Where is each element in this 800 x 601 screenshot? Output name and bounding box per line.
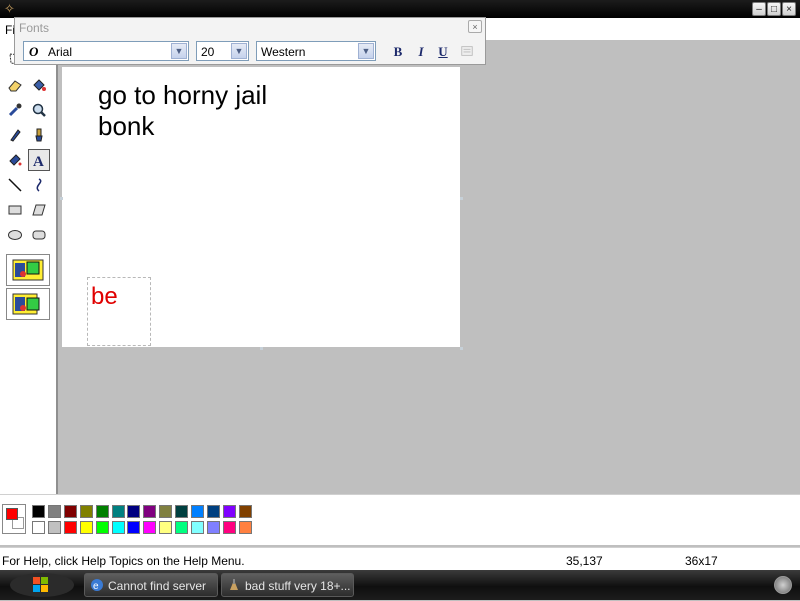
font-size-value: 20 [201, 45, 215, 59]
toolbox: A [0, 40, 58, 494]
show-desktop-icon[interactable] [774, 576, 792, 594]
fonts-toolbar-title: Fonts [19, 21, 50, 35]
palette-swatch[interactable] [47, 521, 61, 534]
line-icon[interactable] [4, 174, 26, 196]
vertical-text-icon[interactable] [459, 44, 475, 60]
chevron-down-icon[interactable]: ▼ [231, 43, 247, 59]
fill-bucket-icon[interactable] [28, 74, 50, 96]
palette-swatch[interactable] [79, 505, 93, 518]
opentype-font-icon: O [29, 44, 39, 59]
underline-button[interactable]: U [435, 44, 451, 60]
taskbar-item-label: Cannot find server [108, 579, 207, 593]
palette-swatch[interactable] [206, 505, 220, 518]
palette-swatch[interactable] [159, 521, 173, 534]
font-size-dropdown[interactable]: 20 ▼ [196, 41, 249, 61]
ellipse-icon[interactable] [4, 224, 26, 246]
palette-swatch[interactable] [206, 521, 220, 534]
font-name-dropdown[interactable]: O Arial ▼ [23, 41, 189, 61]
start-button[interactable] [8, 572, 78, 598]
transparent-background-option[interactable] [6, 288, 50, 320]
palette-swatch[interactable] [191, 521, 204, 534]
paint-app-icon[interactable]: ✧ [4, 1, 18, 17]
chevron-down-icon[interactable]: ▼ [171, 43, 187, 59]
rectangle-icon[interactable] [4, 199, 26, 221]
chevron-down-icon[interactable]: ▼ [358, 43, 374, 59]
taskbar-item-label: bad stuff very 18+... [245, 579, 351, 593]
opaque-background-option[interactable] [6, 254, 50, 286]
palette-swatch[interactable] [175, 521, 189, 534]
taskbar-item-paint[interactable]: bad stuff very 18+... [221, 573, 354, 597]
palette-swatch[interactable] [79, 521, 93, 534]
color-picker-icon[interactable] [4, 99, 26, 121]
palette-swatch[interactable] [32, 521, 45, 534]
window-titlebar: ✧ – □ × [0, 0, 800, 18]
svg-text:A: A [33, 154, 44, 168]
minimize-button[interactable]: – [752, 2, 766, 16]
curve-icon[interactable] [28, 174, 50, 196]
svg-text:e: e [93, 581, 99, 592]
taskbar: e Cannot find server bad stuff very 18+.… [0, 570, 800, 600]
palette-swatch[interactable] [111, 521, 125, 534]
palette-swatch[interactable] [63, 521, 77, 534]
palette-swatch[interactable] [47, 505, 61, 518]
italic-button[interactable]: I [413, 44, 429, 60]
airbrush-icon[interactable] [4, 149, 26, 171]
font-script-value: Western [261, 45, 306, 59]
status-help-text: For Help, click Help Topics on the Help … [2, 554, 245, 568]
polygon-icon[interactable] [28, 199, 50, 221]
editing-text: be [91, 283, 118, 310]
maximize-button[interactable]: □ [767, 2, 781, 16]
foreground-color-swatch[interactable] [6, 508, 18, 520]
ie-icon: e [90, 578, 104, 592]
palette-swatch[interactable] [32, 505, 45, 518]
font-name-value: Arial [48, 45, 73, 59]
canvas-text-line-1: go to horny jail [98, 80, 268, 110]
font-script-dropdown[interactable]: Western ▼ [256, 41, 376, 61]
status-coordinates: 35,137 [566, 554, 603, 568]
palette-swatch[interactable] [222, 521, 236, 534]
palette-swatch[interactable] [238, 521, 252, 534]
canvas-resize-handle-right[interactable] [460, 197, 463, 200]
text-tool-icon[interactable]: A [28, 149, 50, 171]
palette-swatch[interactable] [63, 505, 77, 518]
canvas-resize-handle-left[interactable] [60, 197, 63, 200]
fonts-toolbar: Fonts × O Arial ▼ 20 ▼ Western ▼ B I U [14, 17, 486, 65]
taskbar-item-ie[interactable]: e Cannot find server [84, 573, 218, 597]
palette-swatch[interactable] [143, 505, 157, 518]
palette-swatch[interactable] [222, 505, 236, 518]
palette-swatch[interactable] [191, 505, 204, 518]
brush-icon[interactable] [28, 124, 50, 146]
eraser-icon[interactable] [4, 74, 26, 96]
palette-swatch[interactable] [127, 521, 141, 534]
rounded-rectangle-icon[interactable] [28, 224, 50, 246]
bold-button[interactable]: B [390, 44, 406, 60]
color-palette [0, 494, 800, 545]
drawing-canvas[interactable]: go to horny jail bonk be [62, 67, 460, 347]
pencil-icon[interactable] [4, 124, 26, 146]
palette-swatch[interactable] [95, 521, 109, 534]
paint-icon [227, 578, 241, 592]
text-edit-box[interactable]: be [87, 277, 151, 346]
canvas-text-line-2: bonk [98, 111, 155, 141]
palette-swatch[interactable] [127, 505, 141, 518]
palette-swatch[interactable] [143, 521, 157, 534]
canvas-resize-handle-bottom[interactable] [260, 347, 263, 350]
palette-swatch[interactable] [95, 505, 109, 518]
close-button[interactable]: × [782, 2, 796, 16]
palette-swatch[interactable] [159, 505, 173, 518]
fonts-close-button[interactable]: × [468, 20, 482, 33]
status-selection-size: 36x17 [685, 554, 718, 568]
magnifier-icon[interactable] [28, 99, 50, 121]
palette-swatch[interactable] [238, 505, 252, 518]
palette-swatch[interactable] [175, 505, 189, 518]
current-colors[interactable] [2, 504, 26, 534]
canvas-resize-handle-corner[interactable] [460, 347, 463, 350]
canvas-text-block: go to horny jail bonk [98, 80, 267, 142]
palette-swatch[interactable] [111, 505, 125, 518]
status-bar: For Help, click Help Topics on the Help … [0, 547, 800, 570]
